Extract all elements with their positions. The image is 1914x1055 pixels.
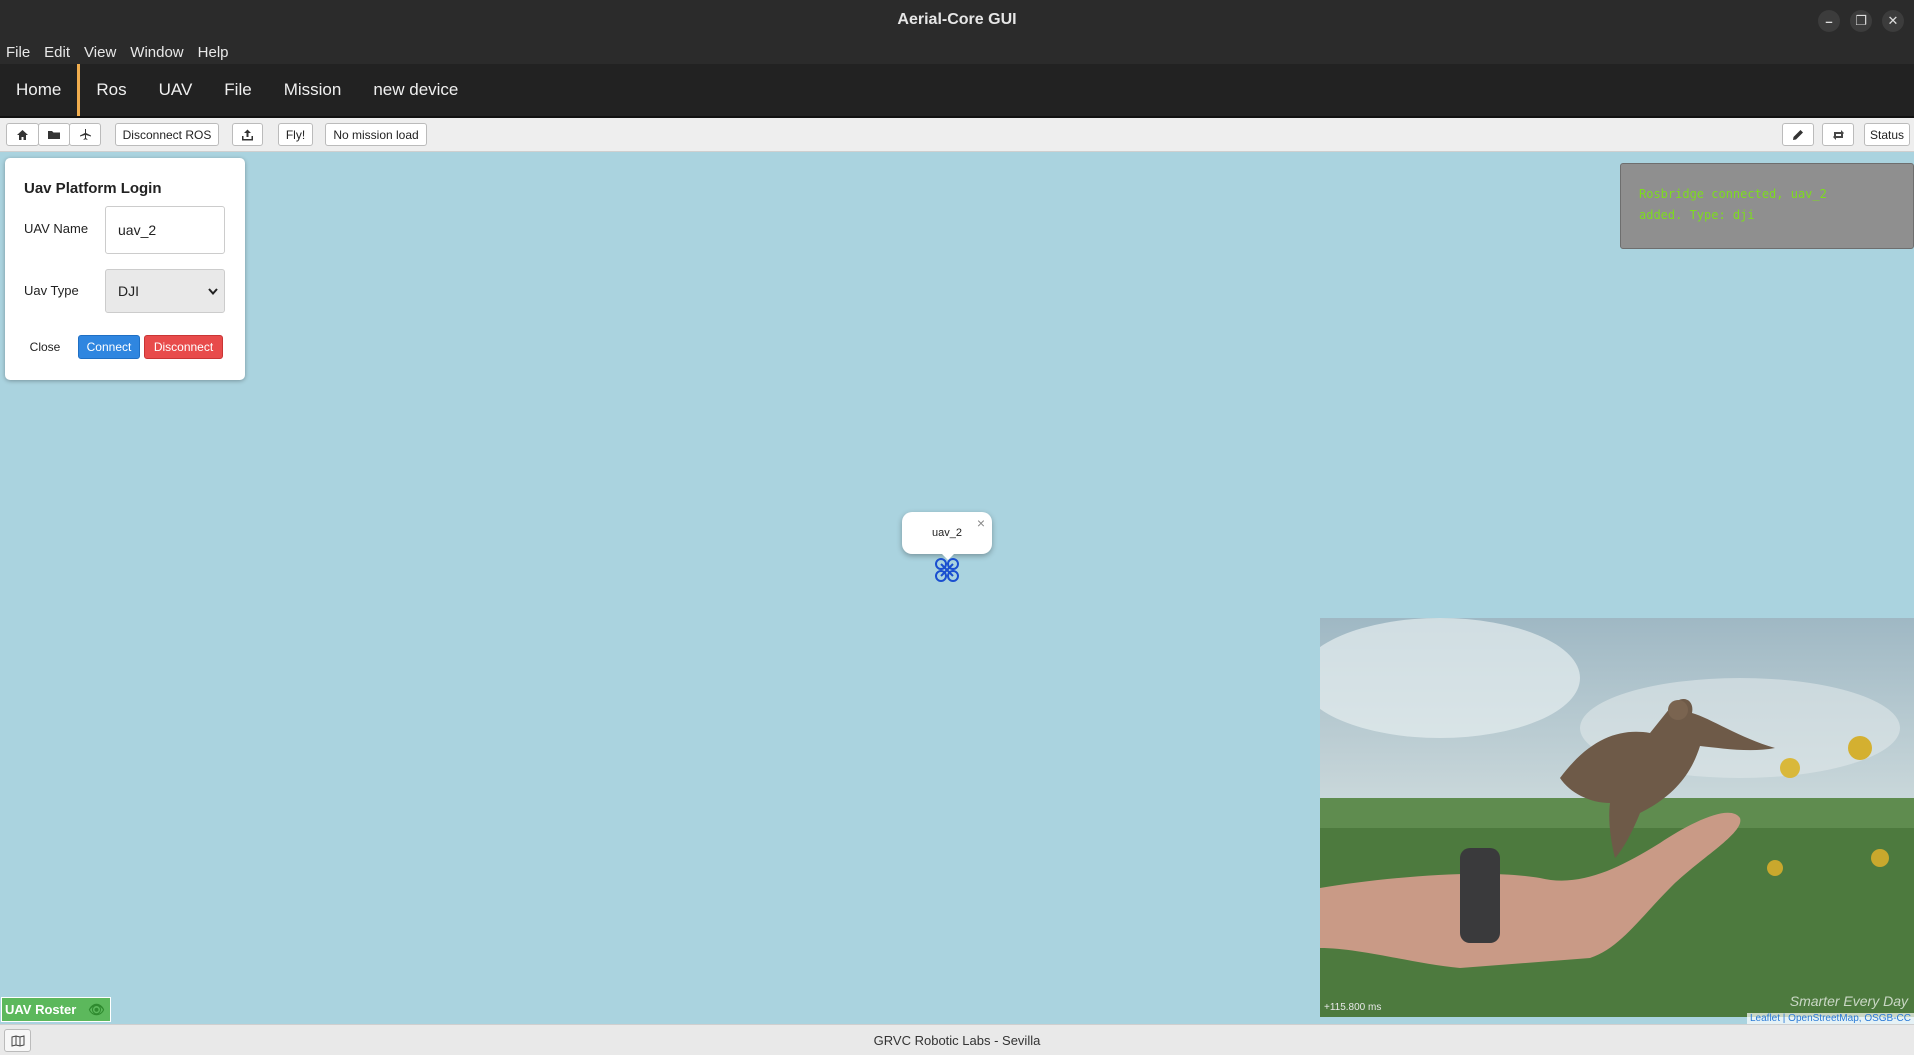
folder-icon[interactable] (38, 123, 70, 146)
menu-file[interactable]: File (6, 44, 30, 61)
marker-popup-label: uav_2 (932, 527, 962, 539)
uav-type-value: DJI (118, 283, 139, 299)
video-timestamp: +115.800 ms (1324, 1002, 1382, 1013)
window-titlebar: Aerial-Core GUI – ❐ ✕ (0, 0, 1914, 40)
refresh-icon[interactable] (1822, 123, 1854, 146)
menu-window[interactable]: Window (130, 44, 183, 61)
close-button[interactable]: Close (25, 335, 65, 359)
status-button[interactable]: Status (1864, 123, 1910, 146)
video-watermark: Smarter Every Day (1789, 993, 1908, 1009)
login-title: Uav Platform Login (24, 180, 162, 197)
bird-on-hand-image (1320, 618, 1914, 1017)
tab-home[interactable]: Home (0, 64, 81, 116)
status-text: GRVC Robotic Labs - Sevilla (873, 1032, 1041, 1048)
disconnect-button[interactable]: Disconnect (144, 335, 223, 359)
home-icon[interactable] (6, 123, 39, 146)
window-title: Aerial-Core GUI (897, 11, 1017, 28)
video-feed: +115.800 ms Smarter Every Day (1320, 618, 1914, 1017)
tab-ros[interactable]: Ros (80, 64, 142, 116)
uav-roster-button[interactable]: UAV Roster 👁 (1, 997, 111, 1022)
uav-roster-label: UAV Roster (5, 1002, 77, 1017)
popup-close-icon[interactable]: × (977, 515, 985, 531)
tab-uav[interactable]: UAV (143, 64, 209, 116)
uav-type-label: Uav Type (24, 283, 79, 298)
tab-mission[interactable]: Mission (268, 64, 358, 116)
disconnect-ros-button[interactable]: Disconnect ROS (115, 123, 219, 146)
menu-view[interactable]: View (84, 44, 116, 61)
notification-toast: Rosbridge connected, uav_2 added. Type: … (1620, 163, 1914, 249)
notification-line-2: added. Type: dji (1639, 208, 1755, 222)
plane-icon[interactable] (69, 123, 101, 146)
upload-icon[interactable] (232, 123, 263, 146)
uav-name-input[interactable]: uav_2 (105, 206, 225, 254)
status-bar: GRVC Robotic Labs - Sevilla (0, 1024, 1914, 1055)
tab-new-device[interactable]: new device (357, 64, 474, 116)
close-window-icon[interactable]: ✕ (1882, 10, 1904, 32)
drone-marker-icon[interactable] (934, 558, 960, 582)
pencil-icon[interactable] (1782, 123, 1814, 146)
uav-login-panel: Uav Platform Login UAV Name uav_2 Uav Ty… (5, 158, 245, 380)
eye-icon[interactable]: 👁 (88, 1002, 105, 1018)
menu-edit[interactable]: Edit (44, 44, 70, 61)
notification-line-1: Rosbridge connected, uav_2 (1639, 187, 1827, 201)
fly-button[interactable]: Fly! (278, 123, 313, 146)
marker-popup: uav_2 × (902, 512, 992, 554)
connect-button[interactable]: Connect (78, 335, 140, 359)
minimize-icon[interactable]: – (1818, 10, 1840, 32)
nav-bar: Home Ros UAV File Mission new device (0, 64, 1914, 118)
map-icon[interactable] (4, 1029, 31, 1052)
menu-help[interactable]: Help (198, 44, 229, 61)
uav-name-label: UAV Name (24, 221, 89, 236)
chevron-down-icon (208, 287, 218, 295)
uav-type-select[interactable]: DJI (105, 269, 225, 313)
menu-bar: File Edit View Window Help (0, 40, 1914, 64)
mission-load-button[interactable]: No mission load (325, 123, 427, 146)
toolbar: Disconnect ROS Fly! No mission load Stat… (0, 118, 1914, 152)
maximize-icon[interactable]: ❐ (1850, 10, 1872, 32)
tab-file[interactable]: File (208, 64, 267, 116)
map-attribution[interactable]: Leaflet | OpenStreetMap, OSGB-CC (1746, 1013, 1914, 1024)
